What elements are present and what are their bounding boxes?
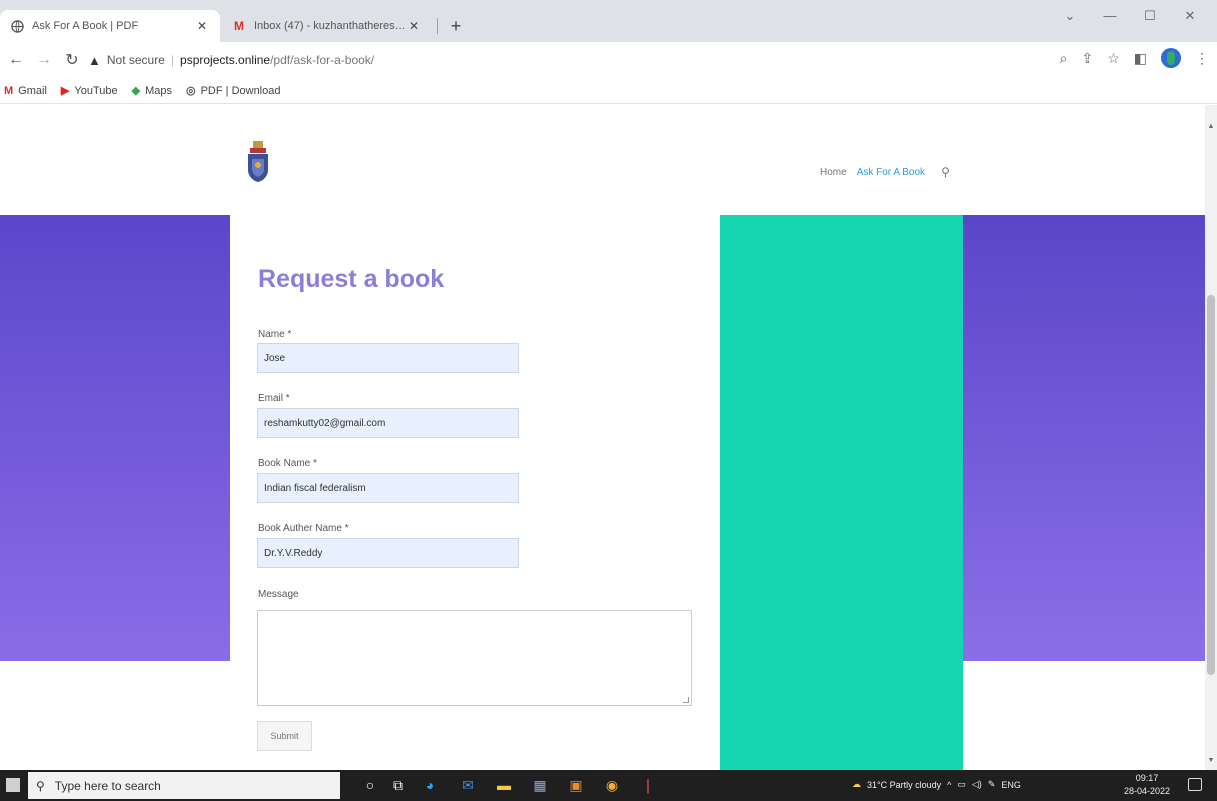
scroll-up-icon[interactable]: ▲ — [1207, 123, 1215, 130]
tab-title: Ask For A Book | PDF — [32, 20, 139, 32]
minimize-button[interactable]: — — [1090, 8, 1130, 23]
chevron-down-icon[interactable]: ⌄ — [1050, 8, 1090, 24]
weather-text[interactable]: 31°C Partly cloudy — [867, 780, 941, 790]
bookmark-label: PDF | Download — [200, 84, 281, 97]
close-icon[interactable]: ✕ — [194, 19, 210, 33]
nav-ask-for-a-book[interactable]: Ask For A Book — [857, 167, 925, 178]
battery-icon[interactable]: ▭ — [957, 779, 966, 790]
task-view-icon[interactable]: ⧉ — [388, 775, 408, 795]
tab-ask-for-a-book[interactable]: Ask For A Book | PDF ✕ — [0, 10, 220, 42]
hero-band-right — [963, 215, 1205, 661]
bookmark-label: Gmail — [18, 84, 47, 97]
url-path: /pdf/ask-for-a-book/ — [270, 53, 375, 67]
bookmarks-bar: M Gmail ▶ YouTube ◆ Maps ◎ PDF | Downloa… — [0, 78, 1217, 104]
email-field[interactable]: reshamkutty02@gmail.com — [257, 408, 519, 438]
name-label: Name * — [258, 329, 292, 340]
close-icon[interactable]: ✕ — [406, 19, 422, 33]
site-nav: Home Ask For A Book ⚲ — [820, 165, 950, 179]
calculator-icon[interactable]: ▦ — [530, 775, 550, 795]
maps-icon: ◆ — [131, 85, 141, 97]
clock-date: 28-04-2022 — [1124, 786, 1171, 796]
window-close-button[interactable]: ✕ — [1170, 8, 1210, 24]
new-tab-button[interactable]: + — [444, 14, 468, 38]
submit-button[interactable]: Submit — [257, 721, 312, 751]
message-textarea[interactable] — [257, 610, 692, 706]
scrollbar-thumb[interactable] — [1207, 295, 1215, 675]
weather-icon: ☁ — [852, 779, 861, 789]
globe-icon — [10, 19, 24, 33]
nav-home[interactable]: Home — [820, 167, 847, 178]
taskbar: ⚲ Type here to search ○ ⧉ ◕ ✉ ▬ ▦ ▣ ◉ ❘ … — [0, 770, 1217, 801]
tab-title: Inbox (47) - kuzhanthatheresa4 — [254, 20, 406, 32]
site-logo — [248, 141, 268, 182]
system-tray: ☁ 31°C Partly cloudy ^ ▭ ◁) ✎ ENG — [852, 779, 1021, 790]
book-name-field[interactable]: Indian fiscal federalism — [257, 473, 519, 503]
taskbar-search-placeholder: Type here to search — [54, 778, 161, 793]
tab-separator — [437, 18, 438, 34]
toolbar-actions: ⌕ ⇪ ☆ ◧ ⋮ — [1060, 48, 1209, 68]
site-header: Home Ask For A Book ⚲ — [0, 105, 1205, 215]
pen-icon[interactable]: ✎ — [988, 779, 996, 790]
menu-icon[interactable]: ⋮ — [1195, 50, 1209, 67]
warning-icon: ▲ — [88, 52, 101, 68]
scroll-down-icon[interactable]: ▼ — [1207, 757, 1215, 764]
globe-icon: ◎ — [185, 85, 196, 97]
office-icon[interactable]: ▣ — [566, 775, 586, 795]
bookmark-pdf-download[interactable]: ◎ PDF | Download — [185, 84, 281, 98]
page-title: Request a book — [258, 265, 445, 293]
security-status: Not secure — [106, 53, 165, 67]
mail-icon[interactable]: ✉ — [458, 775, 478, 795]
share-icon[interactable]: ⇪ — [1081, 50, 1093, 67]
bookmark-label: YouTube — [74, 84, 118, 97]
language-indicator[interactable]: ENG — [1001, 780, 1021, 790]
bookmark-youtube[interactable]: ▶ YouTube — [60, 84, 118, 98]
name-field[interactable]: Jose — [257, 343, 519, 373]
bookmark-maps[interactable]: ◆ Maps — [131, 84, 172, 98]
message-label: Message — [258, 589, 299, 600]
bookmark-gmail[interactable]: M Gmail — [4, 85, 47, 97]
sidebar-teal-panel — [720, 215, 963, 770]
tab-strip: Ask For A Book | PDF ✕ M Inbox (47) - ku… — [0, 0, 1217, 42]
book-author-field[interactable]: Dr.Y.V.Reddy — [257, 538, 519, 568]
search-icon: ⚲ — [36, 778, 45, 793]
email-label: Email * — [258, 393, 290, 404]
bookmark-label: Maps — [145, 84, 172, 97]
chevron-up-icon[interactable]: ^ — [947, 780, 951, 790]
book-name-label: Book Name * — [258, 458, 317, 469]
star-icon[interactable]: ☆ — [1107, 50, 1120, 67]
clock[interactable]: 09:17 28-04-2022 — [1124, 772, 1170, 798]
clock-time: 09:17 — [1135, 773, 1159, 783]
app-icon[interactable]: ❘ — [638, 775, 658, 795]
page-scrollbar[interactable]: ▲ ▼ — [1205, 105, 1217, 770]
file-explorer-icon[interactable]: ▬ — [494, 775, 514, 795]
taskbar-search[interactable]: ⚲ Type here to search — [28, 772, 340, 799]
resize-handle-icon[interactable] — [683, 697, 689, 703]
chrome-icon[interactable]: ◉ — [602, 775, 622, 795]
cortana-icon[interactable]: ○ — [360, 775, 380, 795]
edge-icon[interactable]: ◕ — [420, 775, 440, 795]
book-author-label: Book Auther Name * — [258, 523, 349, 534]
youtube-icon: ▶ — [60, 85, 70, 97]
address-bar[interactable]: ▲ Not secure | psprojects.online /pdf/as… — [88, 46, 1018, 74]
divider: | — [170, 53, 175, 67]
reload-icon[interactable]: ↻ — [60, 48, 84, 72]
forward-arrow-icon[interactable]: → — [32, 48, 56, 72]
gmail-icon: M — [4, 84, 14, 97]
tab-inbox[interactable]: M Inbox (47) - kuzhanthatheresa4 ✕ — [222, 10, 432, 42]
gmail-icon: M — [234, 19, 244, 33]
browser-toolbar: ← → ↻ ▲ Not secure | psprojects.online /… — [0, 42, 1217, 78]
start-button[interactable] — [6, 778, 20, 792]
volume-icon[interactable]: ◁) — [972, 779, 982, 790]
profile-avatar[interactable] — [1161, 48, 1181, 68]
search-icon[interactable]: ⚲ — [941, 165, 950, 179]
page-viewport: Home Ask For A Book ⚲ Request a book Nam… — [0, 105, 1205, 770]
url-host: psprojects.online — [180, 53, 271, 67]
maximize-button[interactable]: ☐ — [1130, 8, 1170, 24]
request-form: Request a book Name * Jose Email * resha… — [230, 215, 720, 770]
sidebar-icon[interactable]: ◧ — [1134, 50, 1147, 67]
back-arrow-icon[interactable]: ← — [4, 48, 28, 72]
zoom-icon[interactable]: ⌕ — [1060, 50, 1068, 67]
notification-icon[interactable] — [1188, 778, 1202, 791]
hero-band-left — [0, 215, 230, 661]
